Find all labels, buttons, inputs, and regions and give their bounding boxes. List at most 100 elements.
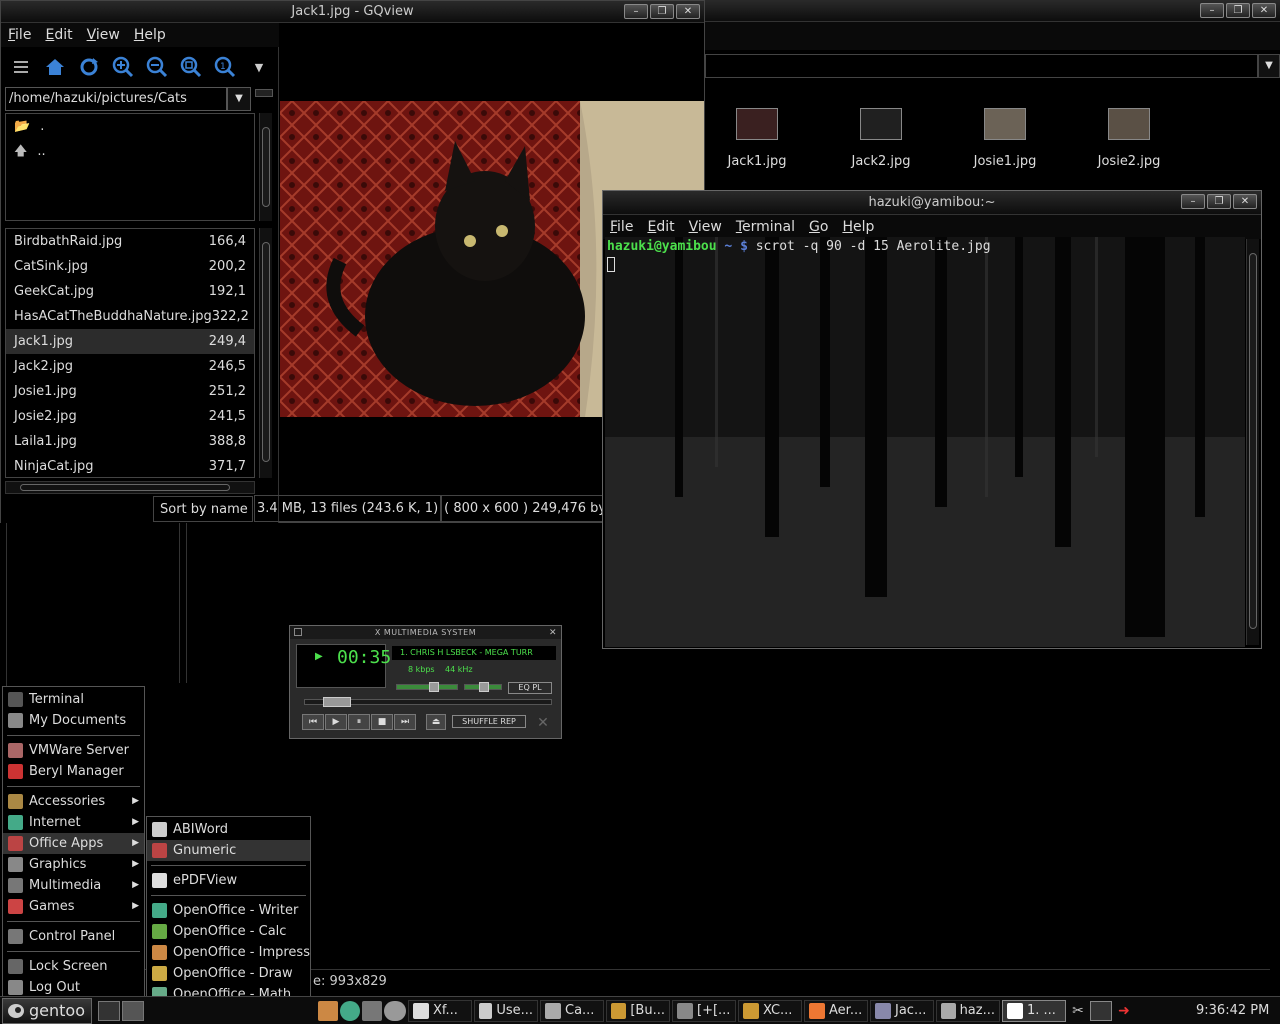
previous-icon[interactable]: ⏮ <box>302 714 324 730</box>
start-menu-item-internet[interactable]: Internet ▶ <box>3 812 144 833</box>
terminal-titlebar[interactable]: hazuki@yamibou:~ – ❐ ✕ <box>603 191 1261 215</box>
file-row[interactable]: CatSink.jpg 200,2 <box>6 254 254 279</box>
tray-tools-icon[interactable]: ✂ <box>1068 1001 1088 1021</box>
menu-edit[interactable]: Edit <box>38 27 79 43</box>
start-menu-item-beryl-manager[interactable]: Beryl Manager <box>3 761 144 782</box>
zoom-in-icon[interactable] <box>109 53 137 81</box>
file-row[interactable]: Josie1.jpg 251,2 <box>6 379 254 404</box>
menu-help[interactable]: Help <box>127 27 173 43</box>
xmms-seek-bar[interactable] <box>304 697 552 707</box>
office-menu-item-openoffice-draw[interactable]: OpenOffice - Draw <box>147 963 310 984</box>
stop-icon[interactable]: ■ <box>371 714 393 730</box>
xmms-menu-icon[interactable] <box>294 628 302 636</box>
start-menu-item-log-out[interactable]: Log Out <box>3 977 144 998</box>
office-menu-item-abiword[interactable]: ABIWord <box>147 819 310 840</box>
maximize-icon[interactable]: ❐ <box>650 4 674 19</box>
thumbnail-item[interactable]: Josie2.jpg <box>1087 108 1171 169</box>
terminal-menu-file[interactable]: File <box>603 219 640 235</box>
close-icon[interactable]: ✕ <box>1252 3 1276 18</box>
file-row[interactable]: GeekCat.jpg 192,1 <box>6 279 254 304</box>
menu-file[interactable]: File <box>1 27 38 43</box>
task-button[interactable]: XC... <box>738 999 802 1022</box>
xmms-close-icon[interactable]: ✕ <box>549 627 557 640</box>
launcher-icon-3[interactable] <box>362 1000 382 1021</box>
file-row[interactable]: HasACatTheBuddhaNature.jpg 322,2 <box>6 304 254 329</box>
task-button[interactable]: [Bu... <box>606 999 670 1022</box>
thumbnail-browser-titlebar[interactable]: – ❐ ✕ <box>705 0 1280 22</box>
maximize-icon[interactable]: ❐ <box>1226 3 1250 18</box>
thumbnail-item[interactable]: Josie1.jpg <box>963 108 1047 169</box>
file-row[interactable]: NinjaCat.jpg 371,7 <box>6 454 254 477</box>
minimize-icon[interactable]: – <box>1200 3 1224 18</box>
terminal-menu-terminal[interactable]: Terminal <box>729 219 802 235</box>
start-menu-item-accessories[interactable]: Accessories ▶ <box>3 791 144 812</box>
tray-network-icon[interactable] <box>1090 1000 1112 1021</box>
minimize-icon[interactable]: – <box>1181 194 1205 209</box>
location-dropdown-button[interactable]: ▼ <box>1258 54 1280 78</box>
start-menu-item-graphics[interactable]: Graphics ▶ <box>3 854 144 875</box>
task-button[interactable]: Ca... <box>540 999 604 1022</box>
start-menu-item-multimedia[interactable]: Multimedia ▶ <box>3 875 144 896</box>
task-button[interactable]: 1. ... <box>1002 999 1066 1022</box>
close-icon[interactable]: ✕ <box>676 4 700 19</box>
terminal-menu-help[interactable]: Help <box>835 219 881 235</box>
terminal-scrollbar[interactable] <box>1246 239 1259 645</box>
office-menu-item-openoffice-writer[interactable]: OpenOffice - Writer <box>147 900 310 921</box>
start-menu-item-my-documents[interactable]: My Documents <box>3 710 144 731</box>
file-list-hscrollbar[interactable] <box>5 481 255 494</box>
terminal-menu-go[interactable]: Go <box>802 219 835 235</box>
office-menu-item-gnumeric[interactable]: Gnumeric <box>147 840 310 861</box>
launcher-icon-2[interactable] <box>340 1000 360 1021</box>
thumbnails-toggle-icon[interactable] <box>7 53 35 81</box>
zoom-fit-icon[interactable] <box>177 53 205 81</box>
xmms-titlebar[interactable]: X MULTIMEDIA SYSTEM ✕ <box>290 626 561 639</box>
thumbnail-item[interactable]: Jack1.jpg <box>715 108 799 169</box>
office-menu-item-epdfview[interactable]: ePDFView <box>147 870 310 891</box>
start-menu-item-games[interactable]: Games ▶ <box>3 896 144 917</box>
terminal-launcher-icon[interactable] <box>98 1000 120 1021</box>
dir-item-parent[interactable]: 🡅.. <box>6 139 254 164</box>
task-button[interactable]: Xf... <box>408 999 472 1022</box>
xmms-shuffle-button[interactable]: SHUFFLE REP <box>452 715 526 728</box>
task-button[interactable]: Use... <box>474 999 538 1022</box>
xmms-balance-slider[interactable] <box>464 682 502 692</box>
file-row[interactable]: Josie2.jpg 241,5 <box>6 404 254 429</box>
maximize-icon[interactable]: ❐ <box>1207 194 1231 209</box>
minimize-icon[interactable]: – <box>624 4 648 19</box>
office-menu-item-openoffice-impress[interactable]: OpenOffice - Impress <box>147 942 310 963</box>
pause-icon[interactable]: ⏸ <box>348 714 370 730</box>
tray-logout-icon[interactable]: ➜ <box>1114 1001 1134 1021</box>
toolbar-overflow-icon[interactable]: ▼ <box>245 53 273 81</box>
start-menu-item-lock-screen[interactable]: Lock Screen <box>3 956 144 977</box>
play-icon[interactable]: ▶ <box>325 714 347 730</box>
file-row[interactable]: Jack1.jpg 249,4 <box>6 329 254 354</box>
task-button[interactable]: Aer... <box>804 999 868 1022</box>
eject-icon[interactable]: ⏏ <box>426 714 446 730</box>
path-entry[interactable]: /home/hazuki/pictures/Cats <box>5 87 227 111</box>
next-icon[interactable]: ⏭ <box>394 714 416 730</box>
file-row[interactable]: Jack2.jpg 246,5 <box>6 354 254 379</box>
launcher-icon-4[interactable] <box>384 1000 406 1021</box>
thumbnail-item[interactable]: Jack2.jpg <box>839 108 923 169</box>
file-row[interactable]: BirdbathRaid.jpg 166,4 <box>6 229 254 254</box>
task-button[interactable]: haz... <box>936 999 1000 1022</box>
dir-scrollbar[interactable] <box>259 113 272 221</box>
file-row[interactable]: Laila1.jpg 388,8 <box>6 429 254 454</box>
home-icon[interactable] <box>41 53 69 81</box>
close-icon[interactable]: ✕ <box>1233 194 1257 209</box>
zoom-1-1-icon[interactable]: 1 <box>211 53 239 81</box>
terminal-menu-edit[interactable]: Edit <box>640 219 681 235</box>
xmms-eq-button[interactable]: EQ PL <box>508 682 552 694</box>
launcher-icon-1[interactable] <box>318 1000 338 1021</box>
location-combo[interactable] <box>705 54 1258 78</box>
terminal-content[interactable]: hazuki@yamibou ~ $ scrot -q 90 -d 15 Aer… <box>605 237 1245 647</box>
dir-item-current[interactable]: 📂. <box>6 114 254 139</box>
start-menu-item-terminal[interactable]: Terminal <box>3 689 144 710</box>
path-dropdown-button[interactable]: ▼ <box>227 87 251 111</box>
gqview-titlebar[interactable]: Jack1.jpg - GQview – ❐ ✕ <box>1 1 704 23</box>
task-button[interactable]: [+[... <box>672 999 736 1022</box>
office-menu-item-openoffice-calc[interactable]: OpenOffice - Calc <box>147 921 310 942</box>
xmms-volume-slider[interactable] <box>396 682 458 692</box>
sort-button[interactable]: Sort by name <box>153 496 253 522</box>
zoom-out-icon[interactable] <box>143 53 171 81</box>
